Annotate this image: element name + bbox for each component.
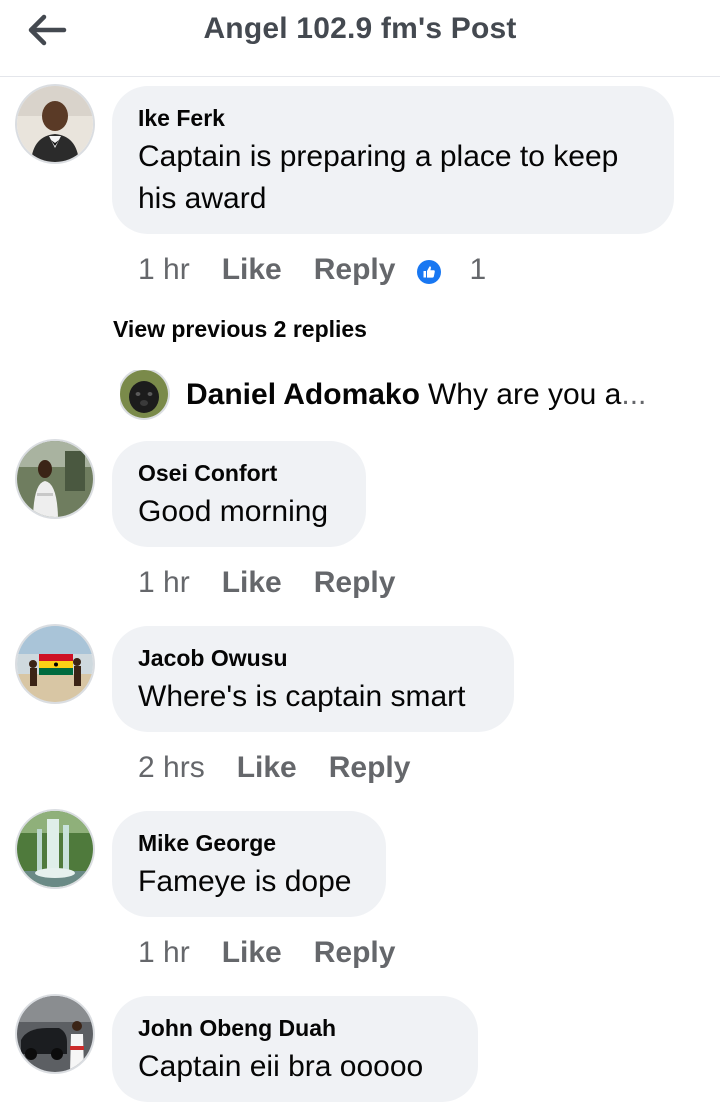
reply-button[interactable]: Reply bbox=[314, 936, 396, 969]
view-previous-replies-link[interactable]: View previous 2 replies bbox=[113, 316, 367, 343]
comment-text: Good morning bbox=[138, 495, 329, 528]
comment-bubble[interactable]: Mike George Fameye is dope bbox=[112, 811, 386, 917]
comment-bubble[interactable]: Ike Ferk Captain is preparing a place to… bbox=[112, 86, 674, 234]
post-comments-page: Angel 102.9 fm's Post Ike Ferk Captain i… bbox=[0, 0, 720, 1118]
avatar[interactable] bbox=[17, 441, 93, 517]
reply-button[interactable]: Reply bbox=[329, 751, 411, 784]
comment-author[interactable]: John Obeng Duah bbox=[138, 1014, 452, 1042]
reply-preview-line: Daniel Adomako Why are you a... bbox=[186, 378, 646, 412]
like-button[interactable]: Like bbox=[222, 566, 282, 599]
comment-text: Fameye is dope bbox=[138, 865, 352, 898]
reply-button[interactable]: Reply bbox=[314, 253, 396, 286]
comment-actions: 1 hr Like Reply 1 bbox=[138, 252, 486, 288]
comment-time[interactable]: 1 hr bbox=[138, 253, 190, 286]
comment-bubble[interactable]: Osei Confort Good morning bbox=[112, 441, 366, 547]
like-button[interactable]: Like bbox=[222, 936, 282, 969]
avatar[interactable] bbox=[17, 811, 93, 887]
like-button[interactable]: Like bbox=[222, 253, 282, 286]
comment-author[interactable]: Osei Confort bbox=[138, 459, 340, 487]
reaction-count[interactable]: 1 bbox=[469, 253, 486, 286]
reply-ellipsis: ... bbox=[621, 378, 647, 411]
comment-actions: 1 hr Like Reply bbox=[138, 935, 395, 971]
comment-author[interactable]: Mike George bbox=[138, 829, 360, 857]
comment-bubble[interactable]: John Obeng Duah Captain eii bra ooooo bbox=[112, 996, 478, 1102]
reply-text: Why are you a bbox=[427, 378, 622, 411]
reply-button[interactable]: Reply bbox=[314, 566, 396, 599]
reply-preview[interactable]: Daniel Adomako Why are you a... bbox=[120, 370, 700, 420]
avatar[interactable] bbox=[17, 86, 93, 162]
comment-time[interactable]: 1 hr bbox=[138, 566, 190, 599]
avatar[interactable] bbox=[120, 370, 168, 418]
comment-text: Captain is preparing a place to keep his… bbox=[138, 140, 619, 215]
comment-time[interactable]: 2 hrs bbox=[138, 751, 205, 784]
top-bar: Angel 102.9 fm's Post bbox=[0, 0, 720, 77]
avatar[interactable] bbox=[17, 996, 93, 1072]
like-button[interactable]: Like bbox=[237, 751, 297, 784]
comment-author[interactable]: Ike Ferk bbox=[138, 104, 648, 132]
comment-actions: 1 hr Like Reply bbox=[138, 565, 395, 601]
comment-time[interactable]: 1 hr bbox=[138, 936, 190, 969]
page-title: Angel 102.9 fm's Post bbox=[203, 12, 517, 45]
comment-bubble[interactable]: Jacob Owusu Where's is captain smart bbox=[112, 626, 514, 732]
comment-text: Captain eii bra ooooo bbox=[138, 1050, 424, 1083]
comment-author[interactable]: Jacob Owusu bbox=[138, 644, 488, 672]
reply-author[interactable]: Daniel Adomako bbox=[186, 378, 420, 411]
avatar[interactable] bbox=[17, 626, 93, 702]
like-reaction-icon[interactable] bbox=[417, 257, 442, 285]
comment-actions: 2 hrs Like Reply bbox=[138, 750, 410, 786]
comment-text: Where's is captain smart bbox=[138, 680, 466, 713]
